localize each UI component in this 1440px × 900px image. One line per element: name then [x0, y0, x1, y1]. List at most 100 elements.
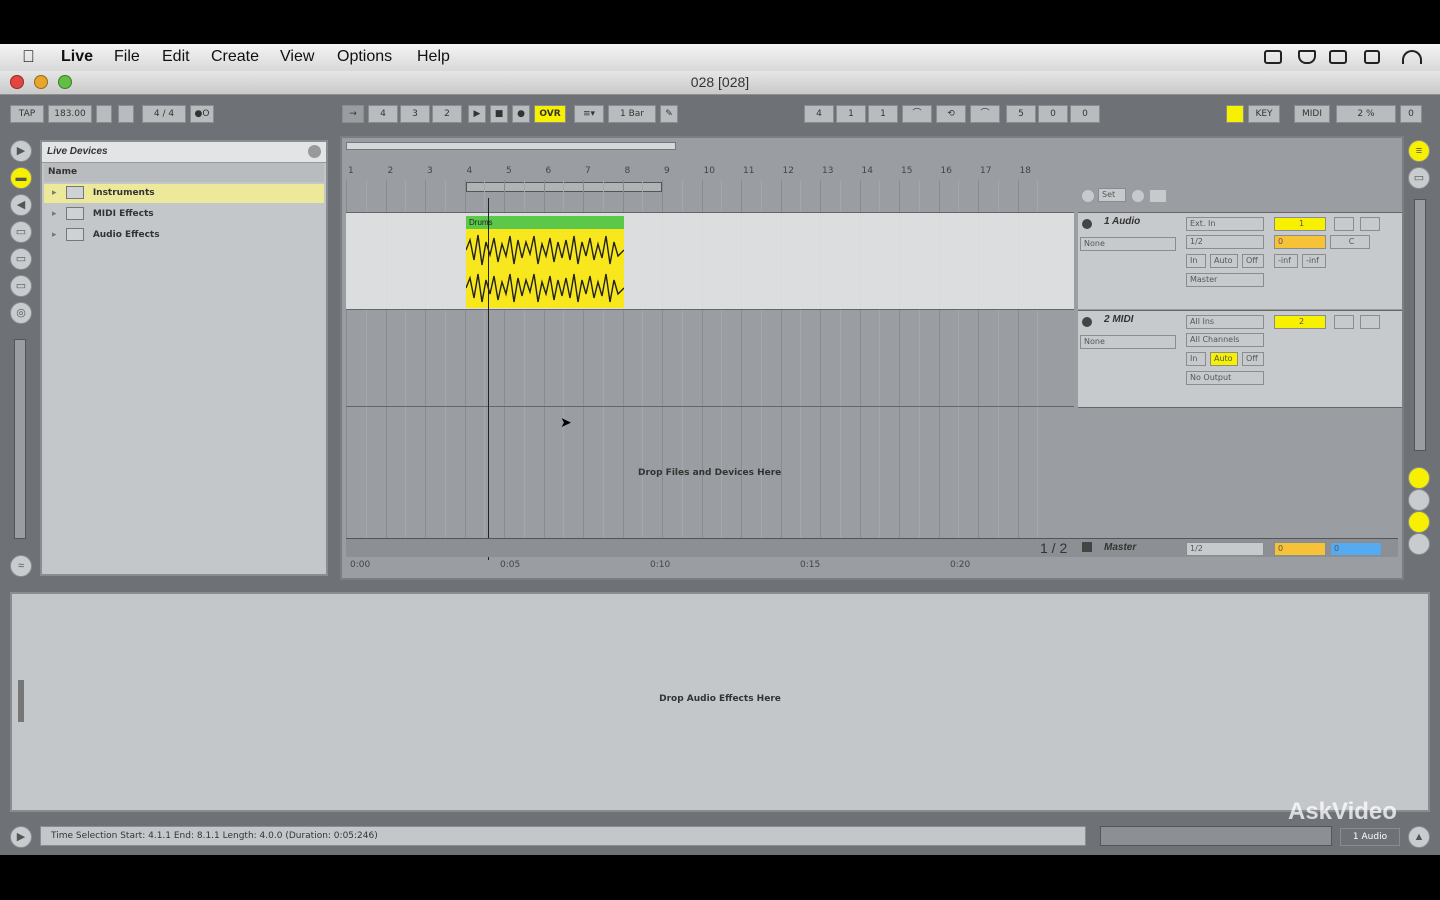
mixer-toggle-icon[interactable]: [1408, 511, 1430, 533]
position-beat[interactable]: 3: [400, 105, 430, 123]
track-1-monitor-in[interactable]: In: [1186, 254, 1206, 268]
quantize-menu-icon[interactable]: ≡▾: [574, 105, 604, 123]
play-icon[interactable]: ▶: [468, 105, 486, 123]
midi-map-indicator[interactable]: [1226, 105, 1244, 123]
nudge-down-button[interactable]: [96, 105, 112, 123]
loop-switch-icon[interactable]: ⟲: [936, 105, 966, 123]
nudge-up-button[interactable]: [118, 105, 134, 123]
midi-map-button[interactable]: MIDI: [1294, 105, 1330, 123]
detail-view[interactable]: Drop Audio Effects Here: [10, 592, 1430, 812]
key-map-button[interactable]: KEY: [1248, 105, 1280, 123]
browser-item-audio-effects[interactable]: ▸ Audio Effects: [44, 226, 324, 245]
master-pan[interactable]: 0: [1330, 542, 1382, 556]
loop-length-bar[interactable]: 5: [1006, 105, 1036, 123]
track-1-name[interactable]: 1 Audio: [1104, 216, 1140, 227]
live-devices-icon[interactable]: ▬: [10, 167, 32, 189]
tap-button[interactable]: TAP: [10, 105, 44, 123]
track-1-pan[interactable]: C: [1330, 235, 1370, 249]
stop-icon[interactable]: ■: [490, 105, 508, 123]
io-toggle-icon[interactable]: [1408, 467, 1430, 489]
sample-editor-icon[interactable]: ◎: [10, 302, 32, 324]
quantize-select[interactable]: 1 Bar: [608, 105, 656, 123]
midi-track-lane[interactable]: [346, 310, 1074, 407]
position-sixteenth[interactable]: 2: [432, 105, 462, 123]
plugin-devices-icon[interactable]: ◀: [10, 194, 32, 216]
browser-column-header[interactable]: Name: [44, 163, 324, 182]
folder-one-icon[interactable]: ▭: [10, 221, 32, 243]
track-2-solo-button[interactable]: [1334, 315, 1354, 329]
master-volume[interactable]: 0: [1274, 542, 1326, 556]
track-2-monitor-off[interactable]: Off: [1242, 352, 1264, 366]
track-1-output[interactable]: Master: [1186, 273, 1264, 287]
overdub-button[interactable]: OVR: [534, 105, 566, 123]
track-1-fold-icon[interactable]: [1082, 219, 1092, 229]
master-track-name[interactable]: Master: [1104, 542, 1136, 553]
arrangement-view-icon[interactable]: ▭: [1408, 167, 1430, 189]
overview-scroller[interactable]: [346, 142, 676, 150]
menu-file[interactable]: File: [114, 48, 140, 66]
browser-item-instruments[interactable]: ▸ Instruments: [44, 184, 324, 203]
browser-settings-icon[interactable]: [308, 145, 321, 158]
punch-in-icon[interactable]: ⌒: [902, 105, 932, 123]
browser-scrollbar[interactable]: [14, 339, 26, 539]
track-1-send-a[interactable]: -inf: [1274, 254, 1298, 268]
expand-icon[interactable]: ▸: [44, 230, 57, 240]
screen-capture-icon[interactable]: [1264, 50, 1282, 64]
punch-out-icon[interactable]: ⌒: [970, 105, 1000, 123]
track-2-arm-button[interactable]: [1360, 315, 1380, 329]
track-1-activator[interactable]: 1: [1274, 217, 1326, 231]
loop-start-bar[interactable]: 4: [804, 105, 834, 123]
selected-track-label[interactable]: 1 Audio: [1340, 828, 1400, 846]
track-1-chain-select[interactable]: None: [1080, 237, 1176, 251]
audio-clip[interactable]: Drums: [466, 216, 624, 308]
track-1-arm-button[interactable]: [1360, 217, 1380, 231]
track-2-name[interactable]: 2 MIDI: [1104, 314, 1133, 325]
detail-view-toggle-icon[interactable]: ▶: [10, 826, 32, 848]
loop-start-beat[interactable]: 1: [836, 105, 866, 123]
browser-item-midi-effects[interactable]: ▸ MIDI Effects: [44, 205, 324, 224]
master-fold-icon[interactable]: [1082, 542, 1092, 552]
folder-three-icon[interactable]: ▭: [10, 275, 32, 297]
apple-icon[interactable]: : [22, 47, 35, 67]
track-1-monitor-off[interactable]: Off: [1242, 254, 1264, 268]
follow-button[interactable]: →: [342, 105, 364, 123]
beat-time-ruler[interactable]: 1 2 3 4 5 6 7 8 9 10 11 12 13 14 15 16 17 18: [346, 164, 1074, 180]
track-delay-toggle-icon[interactable]: [1408, 533, 1430, 555]
loop-start-sixteenth[interactable]: 1: [868, 105, 898, 123]
left-locator-icon[interactable]: [1082, 190, 1094, 202]
session-view-icon[interactable]: ≡: [1408, 140, 1430, 162]
expand-icon[interactable]: ▸: [44, 209, 57, 219]
track-1-input-channel[interactable]: 1/2: [1186, 235, 1264, 249]
track-1-volume[interactable]: 0: [1274, 235, 1326, 249]
right-locator-icon[interactable]: [1132, 190, 1144, 202]
sends-toggle-icon[interactable]: [1408, 489, 1430, 511]
track-1-input-type[interactable]: Ext. In: [1186, 217, 1264, 231]
volume-icon[interactable]: [1364, 50, 1380, 64]
draw-mode-icon[interactable]: ✎: [660, 105, 678, 123]
loop-length-sixteenth[interactable]: 0: [1070, 105, 1100, 123]
track-2-activator[interactable]: 2: [1274, 315, 1326, 329]
track-2-output[interactable]: No Output: [1186, 371, 1264, 385]
menu-view[interactable]: View: [280, 48, 314, 66]
browser-toggle-icon[interactable]: ▶: [10, 140, 32, 162]
menu-help[interactable]: Help: [417, 48, 450, 66]
loop-length-beat[interactable]: 0: [1038, 105, 1068, 123]
position-bar[interactable]: 4: [368, 105, 398, 123]
track-2-monitor-in[interactable]: In: [1186, 352, 1206, 366]
set-locator-button[interactable]: Set: [1098, 188, 1126, 202]
arrangement-scrollbar[interactable]: [1414, 199, 1426, 451]
time-signature-field[interactable]: 4 / 4: [142, 105, 186, 123]
menu-options[interactable]: Options: [337, 48, 392, 66]
track-1-send-b[interactable]: -inf: [1302, 254, 1326, 268]
track-1-monitor-auto[interactable]: Auto: [1210, 254, 1238, 268]
tempo-field[interactable]: 183.00: [48, 105, 92, 123]
menu-create[interactable]: Create: [211, 48, 259, 66]
folder-two-icon[interactable]: ▭: [10, 248, 32, 270]
metronome-button[interactable]: ●O: [190, 105, 214, 123]
detail-view-up-icon[interactable]: ▲: [1408, 826, 1430, 848]
track-2-monitor-auto[interactable]: Auto: [1210, 352, 1238, 366]
back-to-arrangement-icon[interactable]: [1150, 190, 1166, 202]
display-icon[interactable]: [1329, 50, 1347, 64]
track-2-input-channel[interactable]: All Channels: [1186, 333, 1264, 347]
audio-track-lane[interactable]: [346, 212, 1074, 310]
